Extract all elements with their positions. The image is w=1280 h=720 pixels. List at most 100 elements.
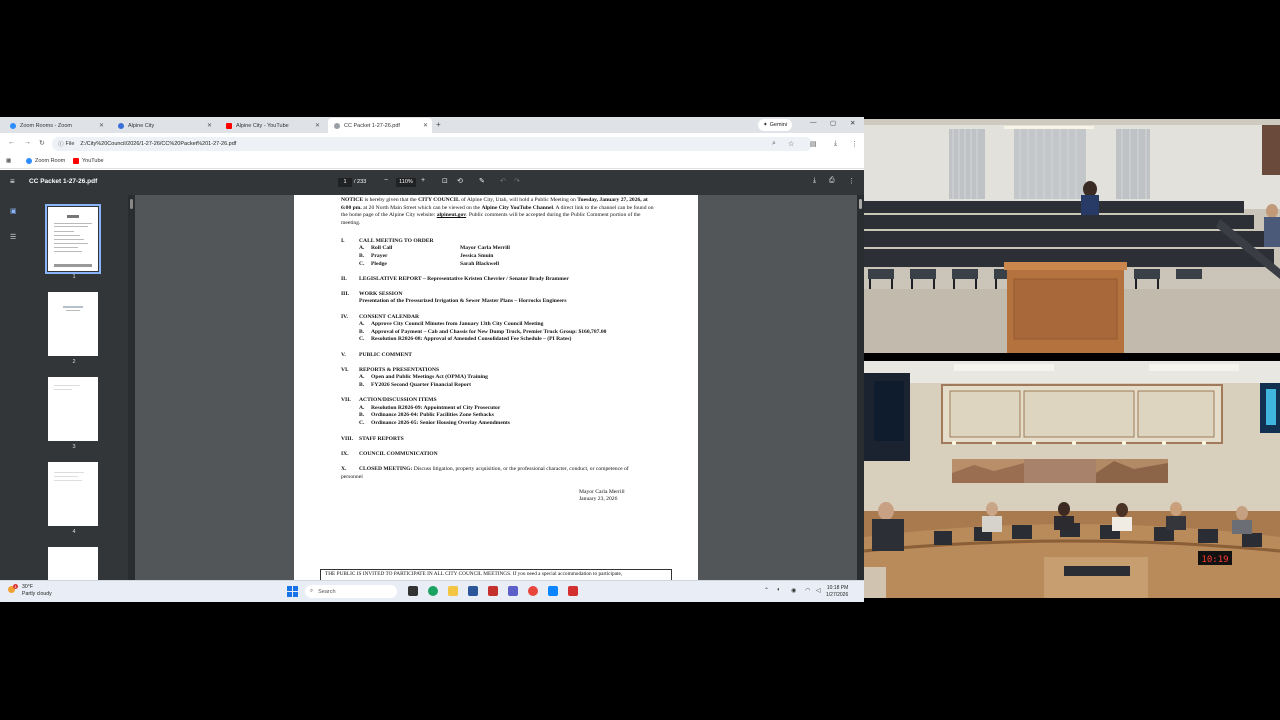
weather-text: Partly cloudy bbox=[22, 590, 52, 597]
close-tab-icon[interactable]: ✕ bbox=[207, 122, 212, 129]
thumbnails-icon[interactable]: ▣ bbox=[10, 207, 17, 215]
page-thumbnail[interactable] bbox=[48, 462, 98, 526]
print-icon[interactable]: ⎙ bbox=[829, 177, 835, 185]
pdf-viewer: ▣ ☰ 1 2 3 4 NOTICE is hereby given that … bbox=[0, 195, 864, 602]
bookmark-youtube[interactable]: YouTube bbox=[73, 158, 104, 164]
forward-icon[interactable]: → bbox=[24, 139, 31, 146]
redo-icon[interactable]: ↷ bbox=[514, 177, 520, 185]
acrobat-icon[interactable] bbox=[568, 586, 578, 596]
agenda-item: B. FY2026 Second Quarter Financial Report bbox=[359, 382, 471, 388]
tab-cc-packet[interactable]: CC Packet 1-27-26.pdf ✕ bbox=[328, 118, 432, 133]
close-tab-icon[interactable]: ✕ bbox=[99, 122, 104, 129]
tab-bar: Zoom Rooms - Zoom ✕ Alpine City ✕ Alpine… bbox=[0, 117, 864, 133]
back-icon[interactable]: ← bbox=[8, 139, 15, 146]
tray-network-icon[interactable]: ◉ bbox=[791, 587, 796, 594]
url-field[interactable]: ⓘ File Z:/City%20Council/2026/1-27-26/CC… bbox=[52, 137, 812, 151]
agenda-section: II. LEGISLATIVE REPORT – Representative K… bbox=[341, 276, 569, 282]
pdf-title: CC Packet 1-27-26.pdf bbox=[29, 178, 98, 185]
info-icon: ⓘ bbox=[58, 142, 64, 148]
teams-icon[interactable] bbox=[508, 586, 518, 596]
gemini-button[interactable]: ✦ Gemini bbox=[758, 119, 793, 131]
zoom-in-icon[interactable]: + bbox=[421, 177, 425, 184]
gemini-label: Gemini bbox=[769, 122, 788, 128]
system-clock[interactable]: 10:18 PM 1/27/2026 bbox=[826, 585, 848, 599]
thumbnail-page-number: 2 bbox=[72, 359, 76, 365]
close-tab-icon[interactable]: ✕ bbox=[423, 122, 428, 129]
pdf-toolbar: ≡ CC Packet 1-27-26.pdf 1 / 233 − 110% +… bbox=[0, 170, 864, 195]
sparkle-icon: ✦ bbox=[763, 122, 768, 128]
speaker-icon[interactable]: ◁ bbox=[816, 587, 821, 594]
edge-icon[interactable] bbox=[428, 586, 438, 596]
more-options-icon[interactable]: ⋮ bbox=[848, 177, 855, 185]
minimize-button[interactable]: — bbox=[810, 119, 817, 126]
hamburger-menu-icon[interactable]: ≡ bbox=[10, 177, 15, 186]
thumbnail-scrollbar[interactable] bbox=[128, 195, 135, 602]
tab-youtube[interactable]: Alpine City - YouTube ✕ bbox=[220, 118, 324, 133]
agenda-item: A. Resolution R2026-09: Appointment of Ci… bbox=[359, 405, 501, 411]
weather-widget[interactable]: 1 30°F Partly cloudy bbox=[8, 584, 52, 597]
bookmark-label: Zoom Room bbox=[35, 158, 66, 164]
tab-zoom-rooms[interactable]: Zoom Rooms - Zoom ✕ bbox=[4, 118, 108, 133]
camera-feed-council: 10:19 bbox=[864, 361, 1280, 598]
annotate-icon[interactable]: ✎ bbox=[479, 177, 485, 185]
agenda-item: Presentation of the Pressurized Irrigati… bbox=[359, 298, 567, 304]
undo-icon[interactable]: ↶ bbox=[500, 177, 506, 185]
agenda-item: C. Resolution R2026-08: Approval of Amend… bbox=[359, 336, 572, 342]
agenda-section: IX. COUNCIL COMMUNICATION bbox=[341, 451, 438, 457]
bookmark-label: YouTube bbox=[82, 158, 104, 164]
downloads-icon[interactable]: ⤓ bbox=[834, 140, 837, 148]
zoom-favicon-icon bbox=[10, 122, 16, 129]
start-button[interactable] bbox=[287, 586, 298, 597]
fit-page-icon[interactable]: ⊡ bbox=[442, 177, 448, 185]
agenda-item: B. Ordinance 2026-04: Public Facilities Z… bbox=[359, 412, 494, 418]
rotate-icon[interactable]: ⟲ bbox=[457, 177, 463, 185]
new-tab-button[interactable]: + bbox=[436, 120, 441, 129]
agenda-section: V. PUBLIC COMMENT bbox=[341, 352, 412, 358]
search-placeholder: Search bbox=[318, 588, 336, 595]
tab-alpine-city[interactable]: Alpine City ✕ bbox=[112, 118, 216, 133]
zoom-level-input[interactable]: 110% bbox=[396, 178, 416, 187]
taskbar-search[interactable]: ⌕ Search bbox=[305, 585, 397, 598]
zoom-favicon-icon bbox=[26, 158, 32, 164]
tab-label: Zoom Rooms - Zoom bbox=[20, 122, 72, 129]
outlook-icon[interactable] bbox=[548, 586, 558, 596]
page-thumbnail[interactable] bbox=[48, 292, 98, 356]
page-thumbnail[interactable] bbox=[45, 204, 101, 274]
page-number-input[interactable]: 1 bbox=[338, 178, 352, 187]
zoom-out-icon[interactable]: − bbox=[384, 177, 388, 184]
reload-icon[interactable]: ↻ bbox=[39, 139, 45, 147]
dais-clock-display: 10:19 bbox=[1201, 555, 1228, 565]
tray-app-icon[interactable]: ◐ bbox=[777, 587, 781, 593]
app-l-icon[interactable] bbox=[488, 586, 498, 596]
tray-chevron-icon[interactable]: ⌃ bbox=[764, 587, 769, 594]
outline-icon[interactable]: ☰ bbox=[10, 233, 16, 241]
store-icon[interactable] bbox=[468, 586, 478, 596]
download-icon[interactable]: ⤓ bbox=[813, 177, 816, 185]
close-tab-icon[interactable]: ✕ bbox=[315, 122, 320, 129]
chrome-icon[interactable] bbox=[528, 586, 538, 596]
browser-window: Zoom Rooms - Zoom ✕ Alpine City ✕ Alpine… bbox=[0, 117, 864, 602]
audience-scene bbox=[864, 119, 1280, 353]
agenda-item: A. Open and Public Meetings Act (OPMA) Tr… bbox=[359, 374, 488, 380]
document-scrollbar[interactable] bbox=[857, 195, 864, 602]
more-menu-icon[interactable]: ⋮ bbox=[851, 140, 858, 148]
page-thumbnail[interactable] bbox=[48, 377, 98, 441]
taskbar: 1 30°F Partly cloudy ⌕ Search ⌃ ◐ ◉ ◠ ◁ … bbox=[0, 580, 864, 602]
tab-label: CC Packet 1-27-26.pdf bbox=[344, 122, 400, 129]
apps-grid-icon[interactable]: ▦ bbox=[6, 158, 11, 164]
side-panel-icon[interactable]: ▤ bbox=[810, 140, 817, 148]
tab-label: Alpine City bbox=[128, 122, 155, 129]
thumbnail-page-number: 3 bbox=[72, 444, 76, 450]
thumbnail-panel: 1 2 3 4 bbox=[28, 195, 128, 602]
agenda-item: B. Prayer bbox=[359, 253, 388, 259]
wifi-icon[interactable]: ◠ bbox=[805, 587, 810, 594]
agenda-section: VIII. STAFF REPORTS bbox=[341, 436, 404, 442]
search-icon: ⌕ bbox=[310, 588, 314, 594]
bookmark-zoom-room[interactable]: Zoom Room bbox=[26, 158, 65, 164]
close-window-button[interactable]: ✕ bbox=[850, 119, 855, 127]
maximize-button[interactable]: ▢ bbox=[830, 119, 836, 127]
bookmark-star-icon[interactable]: ☆ bbox=[788, 140, 794, 148]
file-explorer-icon[interactable] bbox=[448, 586, 458, 596]
task-view-icon[interactable] bbox=[408, 586, 418, 596]
zoom-icon[interactable]: ⌕ bbox=[772, 140, 776, 148]
